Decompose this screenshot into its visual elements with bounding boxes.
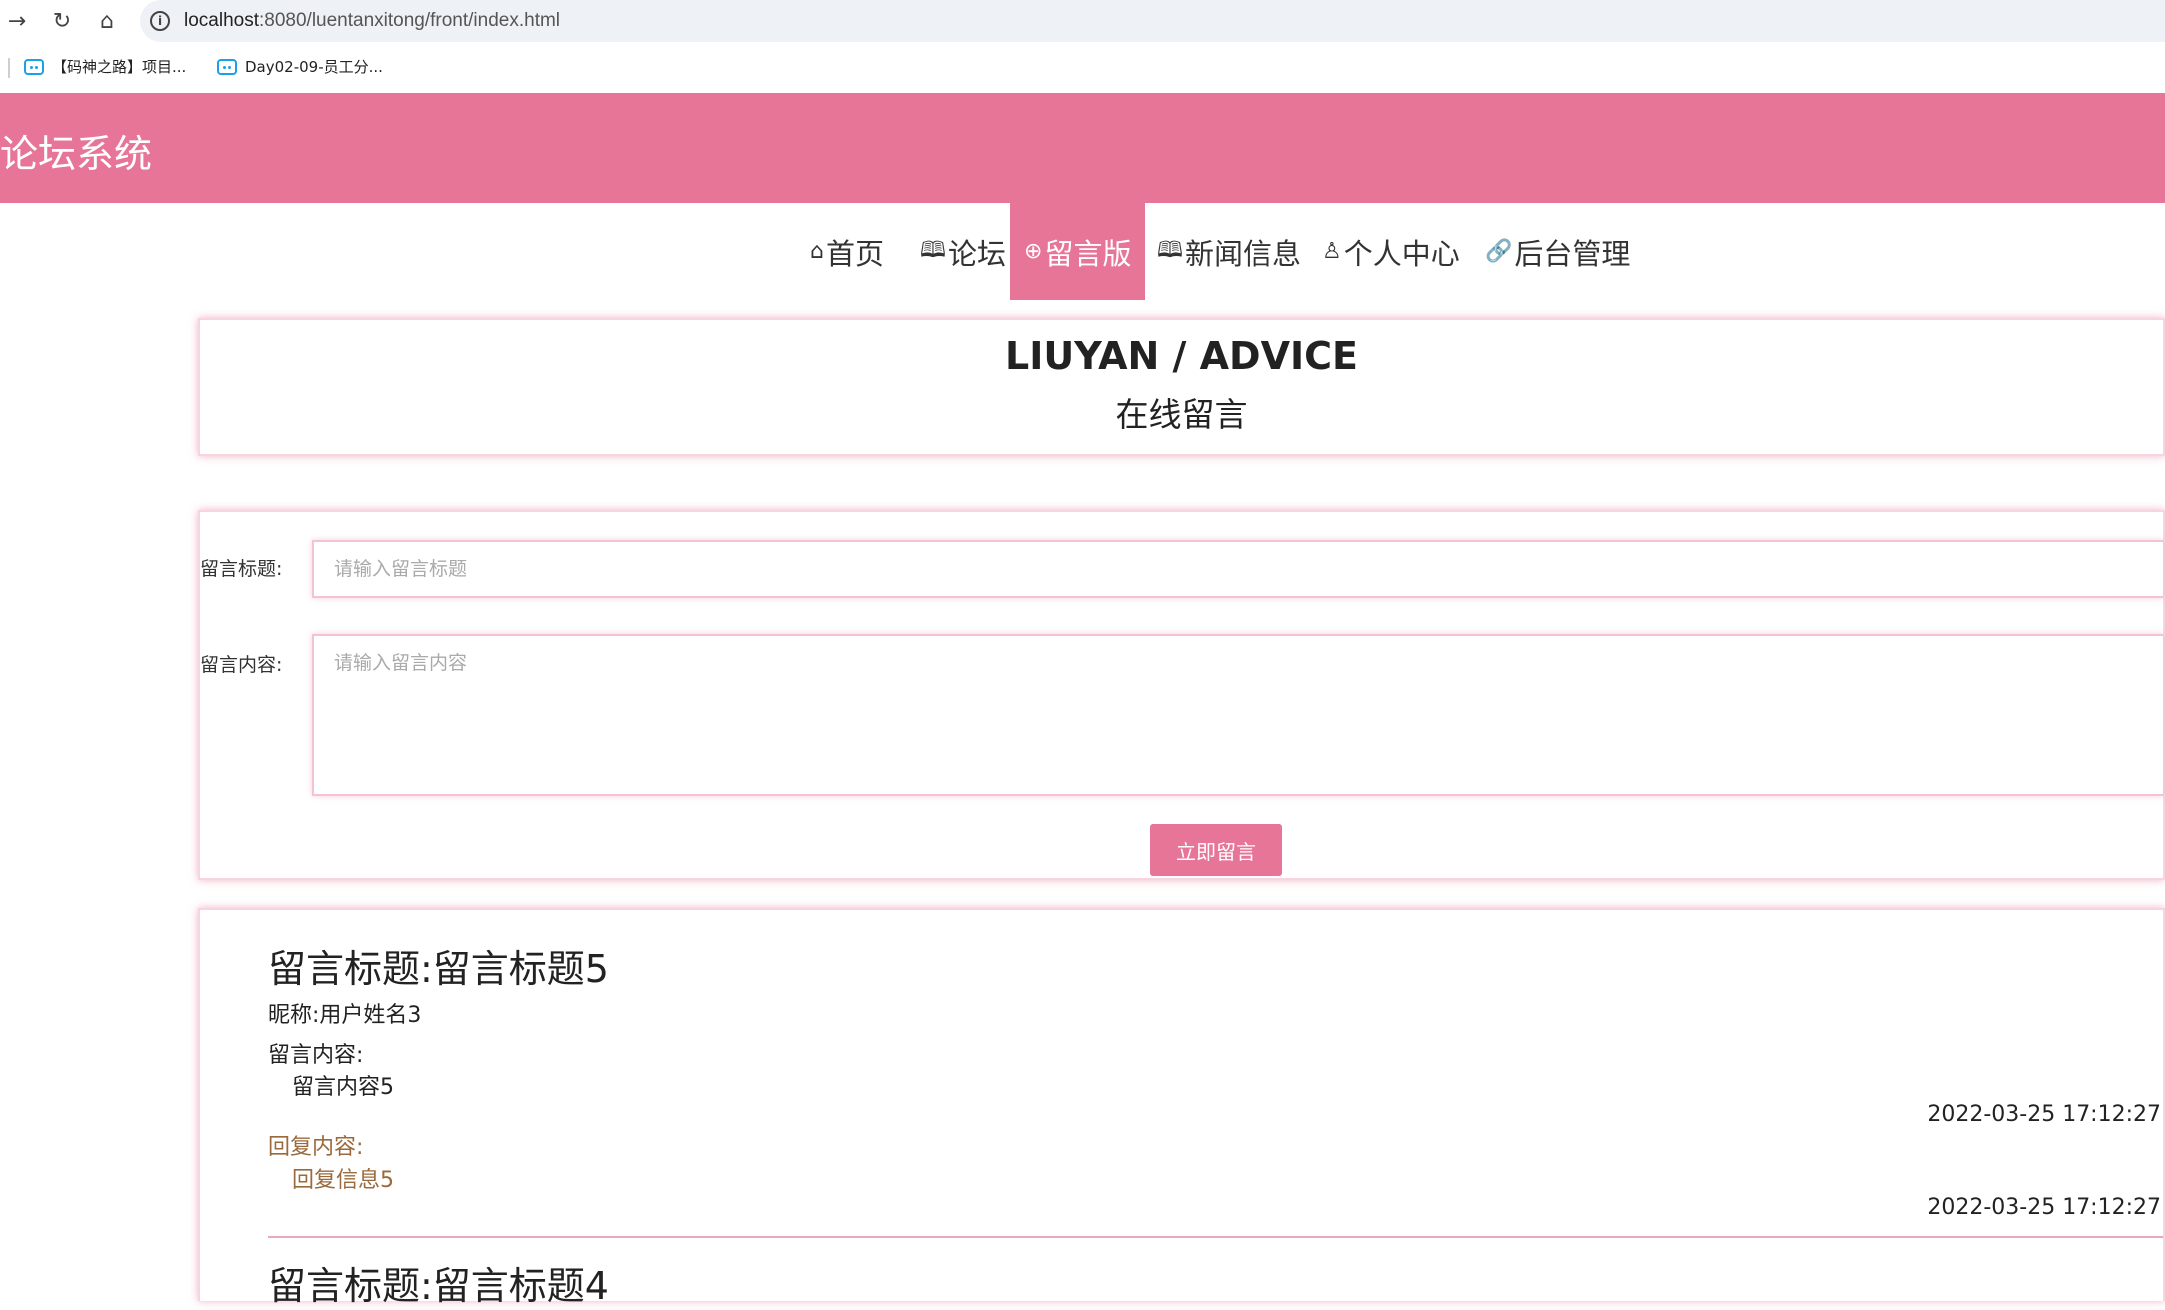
reply-time: 2022-03-25 17:12:27 (1927, 1195, 2161, 1220)
message-divider (268, 1236, 2163, 1238)
reply-label: 回复内容: (268, 1135, 364, 1160)
nav-item-label: 首页 (825, 236, 884, 271)
message-content: 留言内容5 (292, 1075, 394, 1100)
bookmark-item[interactable]: 【码神之路】项目... (24, 56, 186, 77)
nav-item-profile[interactable]: ♙ 个人中心 (1322, 203, 1460, 300)
bilibili-icon (24, 58, 44, 75)
link-icon: 🔗 (1485, 239, 1513, 264)
book-open-icon: 🕮 (920, 237, 946, 263)
newspaper-icon: 🕮 (1157, 237, 1183, 263)
title-input[interactable]: 请输入留言标题 (312, 540, 2163, 598)
submit-message-button[interactable]: 立即留言 (1150, 824, 1282, 876)
page-heading-en: LIUYAN / ADVICE (1005, 334, 1358, 378)
nav-item-news[interactable]: 🕮 新闻信息 (1157, 203, 1301, 300)
nav-item-forum[interactable]: 🕮 论坛 (920, 203, 1006, 300)
message-form: 留言标题: 请输入留言标题 留言内容: 请输入留言内容 立即留言 (198, 510, 2165, 880)
reload-icon[interactable]: ↻ (47, 6, 77, 36)
message-title: 留言标题:留言标题5 (268, 947, 609, 991)
nav-item-admin[interactable]: 🔗 后台管理 (1485, 203, 1630, 300)
home-button-icon[interactable]: ⌂ (92, 6, 122, 36)
bookmark-item[interactable]: Day02-09-员工分... (217, 56, 383, 77)
bilibili-icon (217, 58, 237, 75)
page-heading-zh: 在线留言 (1115, 395, 1248, 434)
site-title[interactable]: 论坛系统 (0, 123, 152, 178)
bookmark-label: 【码神之路】项目... (52, 58, 187, 76)
site-info-icon[interactable]: i (150, 11, 170, 31)
bookmarks-separator (8, 58, 10, 78)
message-time: 2022-03-25 17:12:27 (1927, 1102, 2161, 1127)
browser-toolbar: → ↻ ⌂ i localhost:8080/luentanxitong/fro… (0, 0, 2165, 42)
title-field-label: 留言标题: (200, 558, 283, 580)
forward-icon[interactable]: → (2, 6, 32, 36)
address-bar[interactable]: i localhost:8080/luentanxitong/front/ind… (140, 0, 2165, 42)
list-item: 留言标题:留言标题5 昵称:用户姓名3 留言内容: 留言内容5 2022-03-… (268, 910, 2163, 1308)
main-nav: ⌂ 首页 🕮 论坛 ⊕ 留言版 🕮 新闻信息 ♙ 个人中心 🔗 后台管理 (0, 203, 2165, 300)
home-icon: ⌂ (810, 239, 824, 264)
nav-item-label: 后台管理 (1514, 236, 1631, 271)
nav-item-label: 论坛 (947, 236, 1006, 271)
nav-item-label: 留言版 (1044, 236, 1132, 271)
url-host: localhost (184, 10, 259, 31)
reply-content: 回复信息5 (292, 1168, 394, 1193)
message-nickname: 昵称:用户姓名3 (268, 1003, 422, 1028)
content-field-label: 留言内容: (200, 654, 283, 676)
content-textarea[interactable]: 请输入留言内容 (312, 634, 2163, 796)
content-textarea-placeholder: 请输入留言内容 (334, 652, 468, 674)
globe-icon: ⊕ (1024, 239, 1043, 264)
nav-item-label: 个人中心 (1343, 236, 1460, 271)
bookmark-label: Day02-09-员工分... (245, 58, 383, 76)
message-list: 留言标题:留言标题5 昵称:用户姓名3 留言内容: 留言内容5 2022-03-… (198, 908, 2165, 1308)
bookmarks-bar: 【码神之路】项目... Day02-09-员工分... (0, 48, 2165, 88)
page-heading-card: LIUYAN / ADVICE 在线留言 (198, 318, 2165, 456)
url-path: :8080/luentanxitong/front/index.html (259, 10, 561, 31)
site-header: 论坛系统 (0, 93, 2165, 203)
message-title: 留言标题:留言标题4 (268, 1264, 609, 1308)
nav-item-message-board[interactable]: ⊕ 留言版 (1010, 203, 1146, 300)
nav-item-home[interactable]: ⌂ 首页 (810, 203, 884, 300)
title-input-placeholder: 请输入留言标题 (334, 558, 468, 580)
nav-item-label: 新闻信息 (1184, 236, 1301, 271)
message-content-label: 留言内容: (268, 1043, 364, 1068)
user-icon: ♙ (1322, 239, 1342, 264)
